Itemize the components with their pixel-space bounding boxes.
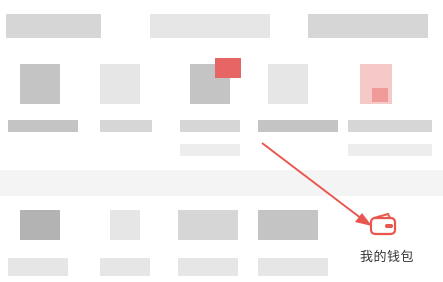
- annotation-arrow: [261, 142, 372, 226]
- wallet-label: 我的钱包: [359, 250, 414, 265]
- wallet-icon: [369, 212, 397, 236]
